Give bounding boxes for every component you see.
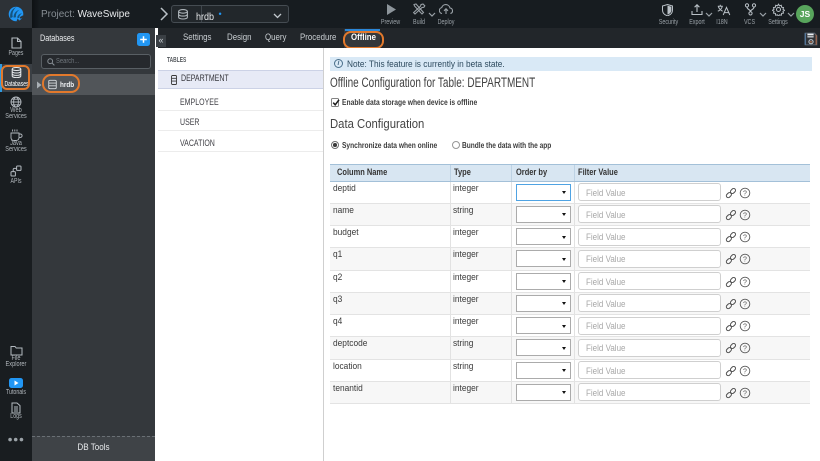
svg-text:?: ? <box>743 212 747 219</box>
svg-text:?: ? <box>743 301 747 308</box>
svg-text:?: ? <box>743 190 747 197</box>
svg-text:?: ? <box>743 235 747 242</box>
svg-text:?: ? <box>743 368 747 375</box>
svg-text:?: ? <box>743 257 747 264</box>
svg-text:?: ? <box>743 324 747 331</box>
svg-text:?: ? <box>743 279 747 286</box>
svg-text:?: ? <box>743 390 747 397</box>
svg-text:?: ? <box>743 346 747 353</box>
